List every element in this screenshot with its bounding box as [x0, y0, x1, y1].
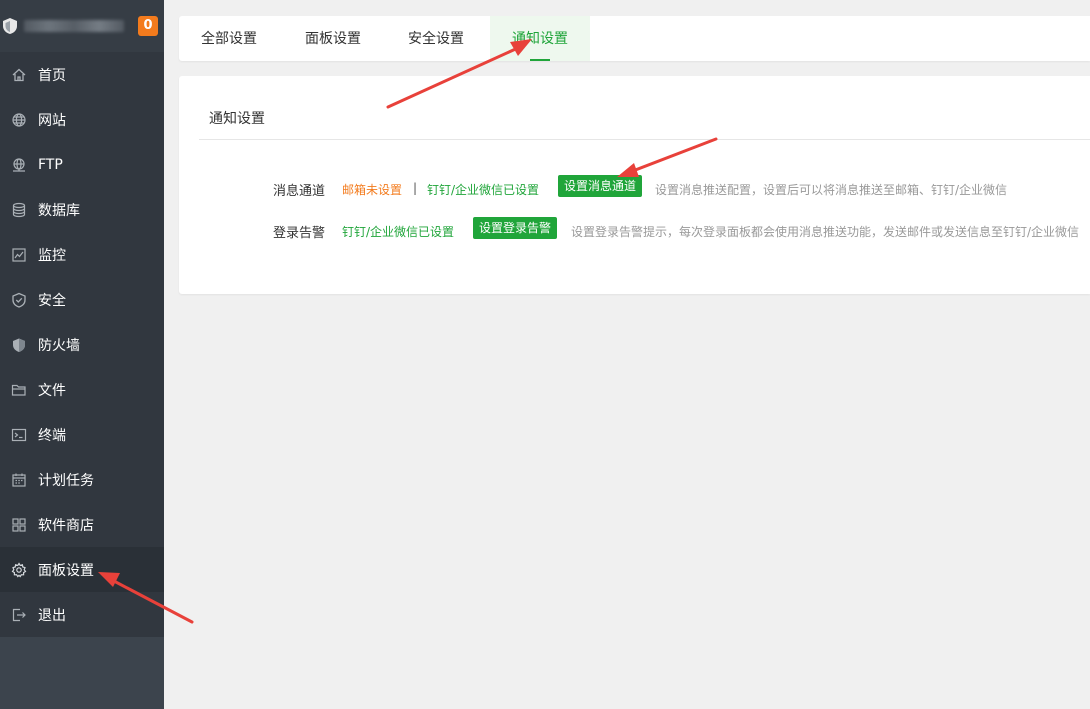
section-divider	[199, 139, 1090, 140]
section-title: 通知设置	[209, 111, 265, 127]
sidebar-item-logout[interactable]: 退出	[0, 592, 164, 637]
dingtalk-status: 钉钉/企业微信已设置	[342, 225, 455, 239]
gear-icon	[11, 562, 27, 578]
sidebar-item-ftp[interactable]: FTP	[0, 142, 164, 187]
set-message-channel-button[interactable]: 设置消息通道	[558, 175, 643, 197]
tab-all-settings[interactable]: 全部设置	[179, 16, 279, 61]
sidebar-item-label: 数据库	[38, 202, 80, 219]
login-alert-label: 登录告警	[272, 226, 325, 241]
sidebar-item-label: 退出	[38, 607, 66, 624]
sidebar-item-websites[interactable]: 网站	[0, 97, 164, 142]
tab-label: 全部设置	[201, 31, 257, 47]
server-name-blurred	[24, 20, 124, 32]
tab-notification-settings[interactable]: 通知设置	[490, 16, 590, 61]
tab-label: 面板设置	[305, 31, 361, 47]
logout-icon	[11, 607, 27, 623]
sidebar-item-panel-settings[interactable]: 面板设置	[0, 547, 164, 592]
message-count-badge[interactable]: 0	[138, 16, 158, 36]
sidebar-item-label: 首页	[38, 67, 66, 84]
sidebar-item-database[interactable]: 数据库	[0, 187, 164, 232]
sidebar-header: 0	[0, 0, 164, 52]
logo-icon	[2, 17, 18, 39]
sidebar-item-label: FTP	[38, 156, 63, 173]
tab-panel-settings[interactable]: 面板设置	[283, 16, 383, 61]
ftp-icon	[11, 157, 27, 173]
globe-icon	[11, 112, 27, 128]
firewall-icon	[11, 337, 27, 353]
message-channel-label: 消息通道	[272, 184, 325, 199]
sidebar-item-security[interactable]: 安全	[0, 277, 164, 322]
sidebar-item-label: 计划任务	[38, 472, 94, 489]
sidebar-item-label: 网站	[38, 112, 66, 129]
shield-icon	[11, 292, 27, 308]
sidebar-item-app-store[interactable]: 软件商店	[0, 502, 164, 547]
tab-label: 安全设置	[408, 31, 464, 47]
calendar-icon	[11, 472, 27, 488]
sidebar-item-monitor[interactable]: 监控	[0, 232, 164, 277]
sidebar: 0 首页 网站 FTP 数据库 监控 安全 防火墙 文件 终端 计划任务 软件商…	[0, 0, 164, 709]
sidebar-item-label: 终端	[38, 427, 66, 444]
email-status: 邮箱未设置	[342, 183, 403, 197]
notification-settings-panel: 通知设置 消息通道 邮箱未设置 | 钉钉/企业微信已设置 设置消息通道 设置消息…	[179, 76, 1090, 294]
sidebar-item-terminal[interactable]: 终端	[0, 412, 164, 457]
sidebar-item-files[interactable]: 文件	[0, 367, 164, 412]
terminal-icon	[11, 427, 27, 443]
folder-icon	[11, 382, 27, 398]
login-alert-hint: 设置登录告警提示，每次登录面板都会使用消息推送功能，发送邮件或发送信息至钉钉/企…	[571, 225, 1080, 239]
sidebar-item-label: 防火墙	[38, 337, 80, 354]
message-channel-row: 消息通道 邮箱未设置 | 钉钉/企业微信已设置 设置消息通道 设置消息推送配置，…	[179, 175, 1090, 201]
sidebar-item-cron[interactable]: 计划任务	[0, 457, 164, 502]
active-tab-indicator	[530, 59, 550, 61]
sidebar-item-label: 文件	[38, 382, 66, 399]
settings-tabs: 全部设置 面板设置 安全设置 通知设置	[179, 16, 1090, 61]
home-icon	[11, 67, 27, 83]
status-separator: |	[413, 181, 418, 195]
apps-icon	[11, 517, 27, 533]
database-icon	[11, 202, 27, 218]
sidebar-item-label: 安全	[38, 292, 66, 309]
sidebar-item-home[interactable]: 首页	[0, 52, 164, 97]
login-alert-row: 登录告警 钉钉/企业微信已设置 设置登录告警 设置登录告警提示，每次登录面板都会…	[179, 217, 1090, 243]
tab-security-settings[interactable]: 安全设置	[386, 16, 486, 61]
dingtalk-status: 钉钉/企业微信已设置	[427, 183, 540, 197]
sidebar-item-label: 面板设置	[38, 562, 94, 579]
set-login-alert-button[interactable]: 设置登录告警	[473, 217, 558, 239]
monitor-icon	[11, 247, 27, 263]
tab-label: 通知设置	[512, 31, 568, 47]
sidebar-item-firewall[interactable]: 防火墙	[0, 322, 164, 367]
sidebar-item-label: 监控	[38, 247, 66, 264]
sidebar-menu: 首页 网站 FTP 数据库 监控 安全 防火墙 文件 终端 计划任务 软件商店 …	[0, 52, 164, 637]
sidebar-item-label: 软件商店	[38, 517, 94, 534]
message-channel-hint: 设置消息推送配置，设置后可以将消息推送至邮箱、钉钉/企业微信	[655, 183, 1008, 197]
